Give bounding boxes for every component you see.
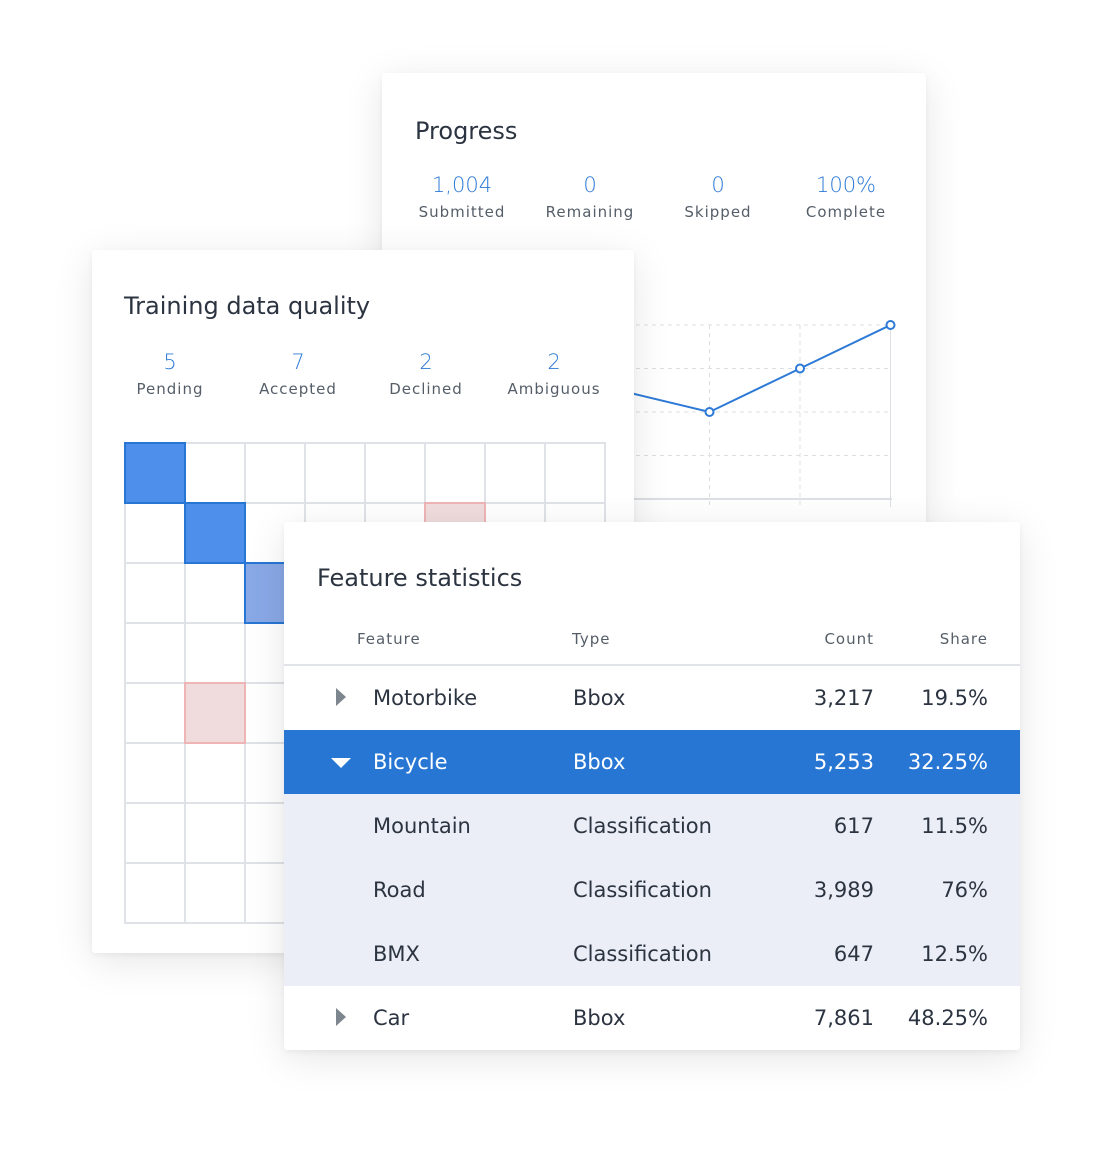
- cell-share: 76%: [941, 878, 988, 902]
- cell-count: 647: [833, 942, 874, 966]
- cell-feature: Car: [373, 1006, 410, 1030]
- table-row[interactable]: BMX Classification 647 12.5%: [284, 922, 1020, 986]
- cell-type: Classification: [573, 878, 712, 902]
- matrix-cell[interactable]: [244, 442, 306, 504]
- stat-pending: 5 Pending: [105, 350, 235, 398]
- table-row[interactable]: Bicycle Bbox 5,253 32.25%: [284, 730, 1020, 794]
- matrix-cell[interactable]: [184, 562, 246, 624]
- cell-count: 617: [833, 814, 874, 838]
- stat-label: Pending: [136, 380, 204, 398]
- caret-down-icon[interactable]: [331, 758, 351, 768]
- quality-title: Training data quality: [124, 292, 371, 320]
- features-title: Feature statistics: [317, 564, 523, 592]
- cell-count: 5,253: [813, 750, 874, 774]
- matrix-cell[interactable]: [124, 622, 186, 684]
- stat-ambiguous: 2 Ambiguous: [489, 350, 619, 398]
- cell-share: 19.5%: [921, 686, 988, 710]
- matrix-cell-declined[interactable]: [184, 682, 246, 744]
- cell-count: 7,861: [813, 1006, 874, 1030]
- header-feature[interactable]: Feature: [357, 630, 421, 648]
- data-point: [885, 320, 896, 330]
- matrix-cell-accepted[interactable]: [124, 442, 186, 504]
- table-row[interactable]: Motorbike Bbox 3,217 19.5%: [284, 666, 1020, 730]
- stat-label: Ambiguous: [507, 380, 601, 398]
- stat-declined: 2 Declined: [361, 350, 491, 398]
- matrix-cell[interactable]: [424, 442, 486, 504]
- cell-share: 48.25%: [907, 1006, 988, 1030]
- caret-right-icon[interactable]: [336, 688, 346, 706]
- matrix-cell[interactable]: [184, 622, 246, 684]
- stat-value: 7: [291, 350, 305, 374]
- cell-type: Classification: [573, 942, 712, 966]
- cell-share: 32.25%: [907, 750, 988, 774]
- header-share[interactable]: Share: [940, 630, 988, 648]
- stat-label: Declined: [389, 380, 463, 398]
- cell-count: 3,217: [813, 686, 874, 710]
- cell-feature: Mountain: [373, 814, 471, 838]
- matrix-cell[interactable]: [124, 682, 186, 744]
- stat-value: 2: [419, 350, 433, 374]
- matrix-cell[interactable]: [484, 442, 546, 504]
- cell-type: Bbox: [573, 750, 626, 774]
- table-row[interactable]: Mountain Classification 617 11.5%: [284, 794, 1020, 858]
- matrix-cell[interactable]: [124, 862, 186, 924]
- stat-value: 5: [163, 350, 177, 374]
- matrix-cell[interactable]: [184, 802, 246, 864]
- matrix-cell[interactable]: [124, 742, 186, 804]
- series-line: [618, 324, 891, 414]
- matrix-cell[interactable]: [124, 502, 186, 564]
- cell-type: Bbox: [573, 686, 626, 710]
- matrix-cell-accepted[interactable]: [184, 502, 246, 564]
- header-type[interactable]: Type: [572, 630, 610, 648]
- matrix-cell[interactable]: [184, 862, 246, 924]
- matrix-cell[interactable]: [184, 742, 246, 804]
- cell-type: Classification: [573, 814, 712, 838]
- stat-label: Accepted: [259, 380, 337, 398]
- cell-count: 3,989: [813, 878, 874, 902]
- data-point: [704, 407, 715, 417]
- feature-statistics-card: Feature statistics Feature Type Count Sh…: [284, 522, 1020, 1050]
- caret-right-icon[interactable]: [336, 1008, 346, 1026]
- cell-feature: Bicycle: [373, 750, 448, 774]
- matrix-cell[interactable]: [304, 442, 366, 504]
- table-row[interactable]: Road Classification 3,989 76%: [284, 858, 1020, 922]
- header-count[interactable]: Count: [824, 630, 874, 648]
- stat-value: 2: [547, 350, 561, 374]
- cell-share: 11.5%: [921, 814, 988, 838]
- cell-feature: BMX: [373, 942, 420, 966]
- stat-accepted: 7 Accepted: [233, 350, 363, 398]
- cell-share: 12.5%: [921, 942, 988, 966]
- table-row[interactable]: Car Bbox 7,861 48.25%: [284, 986, 1020, 1050]
- cell-feature: Road: [373, 878, 426, 902]
- matrix-cell[interactable]: [184, 442, 246, 504]
- matrix-cell[interactable]: [124, 562, 186, 624]
- cell-feature: Motorbike: [373, 686, 478, 710]
- matrix-cell[interactable]: [544, 442, 606, 504]
- matrix-cell[interactable]: [124, 802, 186, 864]
- cell-type: Bbox: [573, 1006, 626, 1030]
- matrix-cell[interactable]: [364, 442, 426, 504]
- data-point: [795, 363, 805, 374]
